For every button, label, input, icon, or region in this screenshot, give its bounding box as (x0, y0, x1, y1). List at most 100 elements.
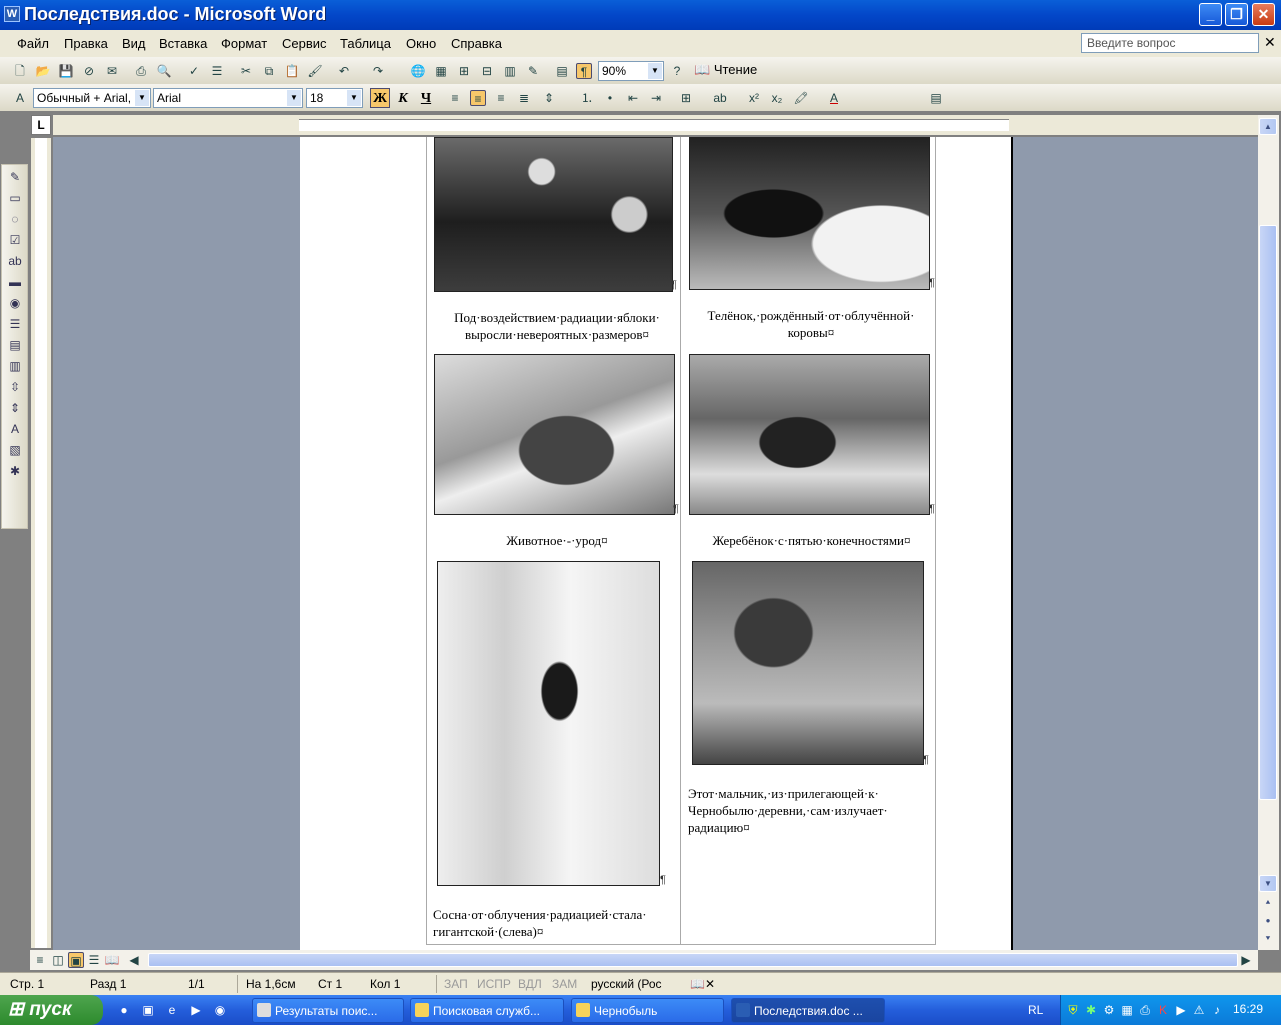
menu-file[interactable]: Файл (17, 36, 49, 51)
status-track-changes[interactable]: ИСПР (477, 977, 511, 991)
previous-page-icon[interactable]: ⯅ (1259, 895, 1277, 912)
scroll-up-button[interactable]: ▲ (1259, 118, 1277, 135)
italic-button[interactable]: К (393, 88, 413, 108)
highlight-icon[interactable]: 🖍 (793, 90, 809, 106)
hyperlink-icon[interactable]: 🌐 (410, 63, 426, 79)
align-left-icon[interactable]: ≡ (447, 90, 463, 106)
button-control-icon[interactable]: ▬ (7, 274, 23, 290)
asian-layout-icon[interactable]: ab (712, 90, 728, 106)
task-chernobyl-folder[interactable]: Чернобыль (571, 998, 724, 1023)
font-size-select[interactable]: 18 ▼ (306, 88, 363, 108)
toggle-button-icon[interactable]: ▥ (7, 358, 23, 374)
chevron-down-icon[interactable]: ▼ (648, 63, 662, 79)
insert-table-icon[interactable]: ⊞ (456, 63, 472, 79)
security-shield-icon[interactable]: ⛨ (1065, 1002, 1081, 1018)
vertical-scrollbar[interactable]: ▲ ▼ ⯅ ● ⯆ (1258, 115, 1279, 950)
undo-icon[interactable]: ↶ (336, 63, 352, 79)
antivirus-icon[interactable]: ✱ (1083, 1002, 1099, 1018)
reading-mode-button[interactable]: 📖 Чтение (694, 62, 764, 80)
list-box-icon[interactable]: ☰ (7, 316, 23, 332)
horizontal-ruler[interactable] (53, 115, 1258, 135)
style-select[interactable]: Обычный + Arial, ▼ (33, 88, 151, 108)
justify-icon[interactable]: ≣ (516, 90, 532, 106)
underline-button[interactable]: Ч (416, 88, 436, 108)
line-spacing-icon[interactable]: ⇕ (541, 90, 557, 106)
network-icon[interactable]: ⚙ (1101, 1002, 1117, 1018)
vertical-scroll-thumb[interactable] (1259, 225, 1277, 800)
option-button-icon[interactable]: ◉ (7, 295, 23, 311)
combo-box-icon[interactable]: ▤ (7, 337, 23, 353)
chevron-down-icon[interactable]: ▼ (135, 90, 149, 106)
tables-borders-icon[interactable]: ▦ (433, 63, 449, 79)
spin-button-icon[interactable]: ⇳ (7, 379, 23, 395)
maximize-button[interactable]: ❐ (1225, 3, 1248, 26)
help-icon[interactable]: ? (669, 63, 685, 79)
align-center-icon[interactable]: ≡ (470, 90, 486, 106)
scroll-left-icon[interactable]: ◀ (126, 952, 142, 968)
media-player-icon[interactable]: ▶ (188, 1002, 204, 1018)
select-browse-object-icon[interactable]: ● (1259, 913, 1277, 930)
chevron-down-icon[interactable]: ▼ (347, 90, 361, 106)
status-extend-selection[interactable]: ВДЛ (518, 977, 542, 991)
bold-button[interactable]: Ж (370, 88, 390, 108)
opera-icon[interactable]: ● (116, 1002, 132, 1018)
label-icon[interactable]: A (7, 421, 23, 437)
status-overtype[interactable]: ЗАМ (552, 977, 577, 991)
chevron-down-icon[interactable]: ▼ (287, 90, 301, 106)
scroll-bar-icon[interactable]: ⇕ (7, 400, 23, 416)
document-area[interactable]: ¶ ¶ Под·воздействием·радиации·яблоки· вы… (53, 137, 1258, 950)
insert-excel-icon[interactable]: ⊟ (479, 63, 495, 79)
menu-insert[interactable]: Вставка (159, 36, 207, 51)
next-page-icon[interactable]: ⯆ (1259, 931, 1277, 948)
horizontal-scroll-thumb[interactable] (148, 953, 1238, 967)
scroll-down-button[interactable]: ▼ (1259, 875, 1277, 892)
menu-view[interactable]: Вид (122, 36, 146, 51)
permission-icon[interactable]: ⊘ (81, 63, 97, 79)
menu-format[interactable]: Формат (221, 36, 267, 51)
font-select[interactable]: Arial ▼ (153, 88, 303, 108)
word-app-icon[interactable]: W (4, 6, 20, 22)
menu-help[interactable]: Справка (451, 36, 502, 51)
quick-launch-icon[interactable]: ◉ (212, 1002, 228, 1018)
web-view-icon[interactable]: ◫ (50, 952, 66, 968)
minimize-button[interactable]: _ (1199, 3, 1222, 26)
document-close-icon[interactable]: ✕ (1264, 34, 1276, 51)
clock[interactable]: 16:29 (1233, 1002, 1263, 1016)
print-layout-icon[interactable]: ▣ (68, 952, 84, 968)
bullets-icon[interactable]: • (602, 90, 618, 106)
paste-icon[interactable]: 📋 (284, 63, 300, 79)
toolbar-options-icon[interactable]: ▤ (928, 90, 944, 106)
insert-frame-icon[interactable]: ▭ (7, 190, 23, 206)
ask-question-input[interactable]: Введите вопрос (1081, 33, 1259, 53)
print-icon[interactable]: ⎙ (133, 63, 149, 79)
more-controls-icon[interactable]: ✱ (7, 463, 23, 479)
drawing-icon[interactable]: ✎ (525, 63, 541, 79)
borders-icon[interactable]: ⊞ (678, 90, 694, 106)
research-icon[interactable]: ☰ (209, 63, 225, 79)
language-indicator[interactable]: RL (1028, 1003, 1043, 1017)
outline-view-icon[interactable]: ☰ (86, 952, 102, 968)
printer-tray-icon[interactable]: ⎙ (1137, 1002, 1153, 1018)
image-icon[interactable]: ▧ (7, 442, 23, 458)
ie-icon[interactable]: e (164, 1002, 180, 1018)
menu-edit[interactable]: Правка (64, 36, 108, 51)
spelling-status-icon[interactable]: 📖✕ (690, 977, 715, 991)
draw-table-icon[interactable]: ✎ (7, 169, 23, 185)
columns-icon[interactable]: ▥ (502, 63, 518, 79)
superscript-icon[interactable]: x² (746, 90, 762, 106)
menu-tools[interactable]: Сервис (282, 36, 327, 51)
menu-table[interactable]: Таблица (340, 36, 391, 51)
normal-view-icon[interactable]: ≡ (32, 952, 48, 968)
scroll-right-icon[interactable]: ▶ (1238, 952, 1254, 968)
new-document-icon[interactable]: 🗋 (12, 63, 28, 79)
document-map-icon[interactable]: ▤ (554, 63, 570, 79)
open-icon[interactable]: 📂 (35, 63, 51, 79)
save-icon[interactable]: 💾 (58, 63, 74, 79)
updates-icon[interactable]: ⚠ (1191, 1002, 1207, 1018)
subscript-icon[interactable]: x₂ (769, 90, 785, 106)
email-icon[interactable]: ✉ (104, 63, 120, 79)
increase-indent-icon[interactable]: ⇥ (648, 90, 664, 106)
status-language[interactable]: русский (Рос (591, 977, 662, 991)
tab-selector[interactable]: L (31, 115, 51, 135)
print-preview-icon[interactable]: 🔍 (156, 63, 172, 79)
